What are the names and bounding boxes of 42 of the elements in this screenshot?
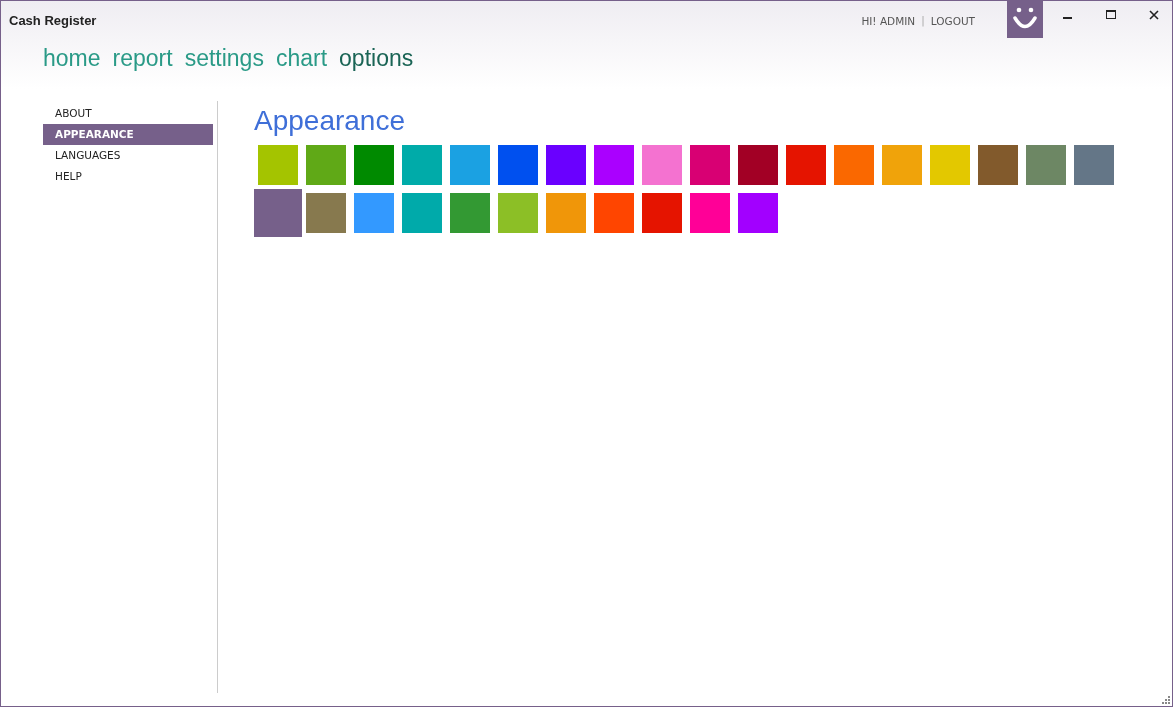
color-swatch[interactable] bbox=[882, 145, 922, 185]
sidebar-item[interactable]: LANGUAGES bbox=[43, 145, 213, 166]
color-swatch[interactable] bbox=[834, 145, 874, 185]
user-greeting: HI! ADMIN bbox=[861, 15, 916, 27]
section-heading: Appearance bbox=[254, 105, 406, 137]
color-swatch[interactable] bbox=[978, 145, 1018, 185]
logout-link[interactable]: LOGOUT bbox=[930, 15, 975, 27]
color-swatch[interactable] bbox=[402, 145, 442, 185]
color-swatch[interactable] bbox=[306, 193, 346, 233]
color-swatch[interactable] bbox=[498, 145, 538, 185]
color-swatch[interactable] bbox=[642, 193, 682, 233]
sidebar-item[interactable]: HELP bbox=[43, 166, 213, 187]
color-swatch[interactable] bbox=[594, 193, 634, 233]
separator: | bbox=[921, 14, 925, 26]
close-icon[interactable] bbox=[1149, 10, 1159, 20]
color-swatch[interactable] bbox=[738, 145, 778, 185]
color-swatch[interactable] bbox=[258, 145, 298, 185]
color-swatch[interactable] bbox=[930, 145, 970, 185]
color-swatch[interactable] bbox=[1026, 145, 1066, 185]
color-swatch[interactable] bbox=[690, 145, 730, 185]
color-swatch[interactable] bbox=[450, 193, 490, 233]
color-swatch[interactable] bbox=[546, 193, 586, 233]
color-swatch[interactable] bbox=[594, 145, 634, 185]
color-swatch[interactable] bbox=[498, 193, 538, 233]
maximize-icon[interactable] bbox=[1106, 10, 1116, 20]
color-swatch[interactable] bbox=[642, 145, 682, 185]
resize-grip-icon[interactable] bbox=[1160, 694, 1170, 704]
window-title: Cash Register bbox=[9, 13, 97, 28]
color-swatch[interactable] bbox=[450, 145, 490, 185]
color-swatch[interactable] bbox=[1074, 145, 1114, 185]
color-swatch[interactable] bbox=[546, 145, 586, 185]
nav-tab[interactable]: options bbox=[339, 45, 414, 72]
color-swatch[interactable] bbox=[306, 145, 346, 185]
color-swatch[interactable] bbox=[786, 145, 826, 185]
color-swatch[interactable] bbox=[402, 193, 442, 233]
color-swatch[interactable] bbox=[254, 189, 302, 237]
color-swatch[interactable] bbox=[690, 193, 730, 233]
sidebar-item[interactable]: APPEARANCE bbox=[43, 124, 213, 145]
color-swatch[interactable] bbox=[354, 145, 394, 185]
color-swatch[interactable] bbox=[354, 193, 394, 233]
sidebar-item[interactable]: ABOUT bbox=[43, 103, 213, 124]
color-swatch[interactable] bbox=[738, 193, 778, 233]
